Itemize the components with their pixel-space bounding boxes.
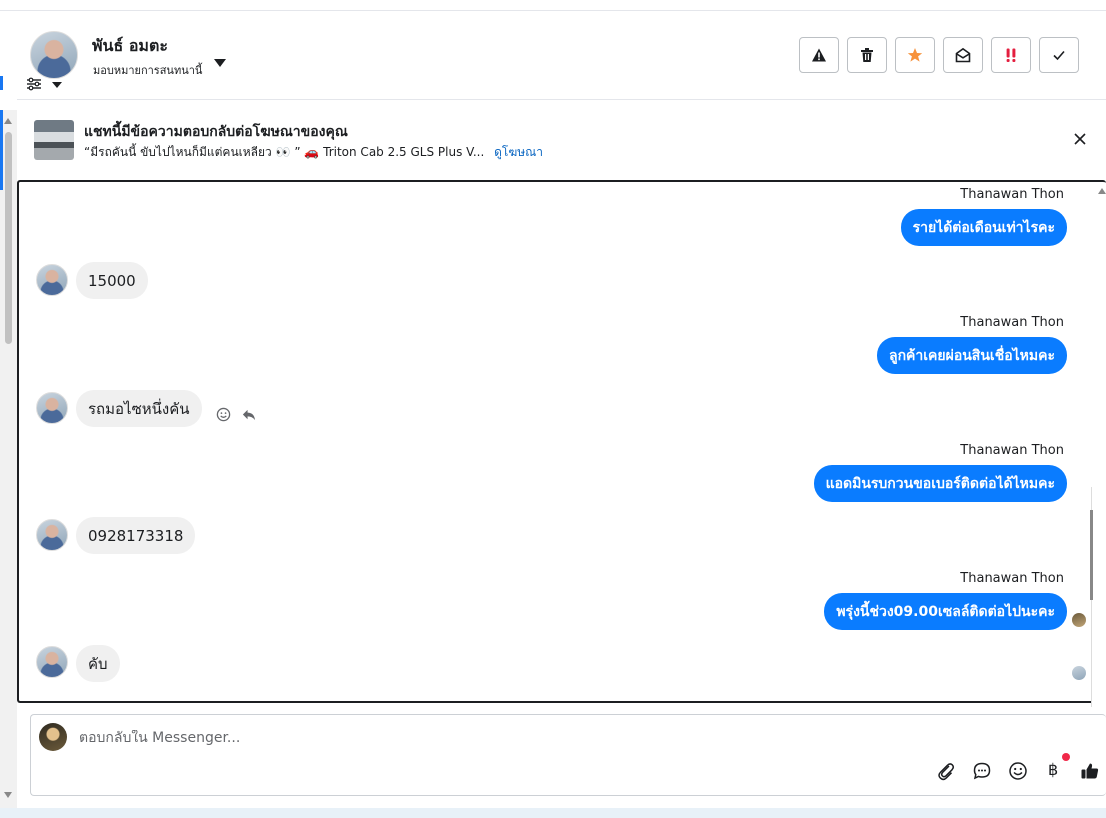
star-icon xyxy=(907,48,923,62)
left-active-indicator xyxy=(0,76,3,90)
incoming-message[interactable]: 15000 xyxy=(76,262,148,299)
delete-button[interactable] xyxy=(847,37,887,73)
filter-sliders-icon[interactable] xyxy=(26,77,42,91)
ad-banner-title: แชทนี้มีข้อความตอบกลับต่อโฆษณาของคุณ xyxy=(84,124,348,140)
ad-snippet: “มีรถคันนี้ ขับไปไหนก็มีแต่คนเหลียว 👀 ” … xyxy=(84,145,485,159)
side-panel-scroll-thumb[interactable] xyxy=(1090,510,1093,600)
mark-done-button[interactable] xyxy=(1039,37,1079,73)
mark-unread-button[interactable] xyxy=(943,37,983,73)
sender-name: Thanawan Thon xyxy=(960,443,1064,458)
thread-scroll-up-icon[interactable] xyxy=(1098,188,1106,194)
reply-input[interactable] xyxy=(79,730,779,746)
ad-banner-text: “มีรถคันนี้ ขับไปไหนก็มีแต่คนเหลียว 👀 ” … xyxy=(84,143,543,162)
outgoing-message[interactable]: รายได้ต่อเดือนเท่าไรคะ xyxy=(900,209,1067,246)
sender-avatar[interactable] xyxy=(36,264,68,296)
filter-chevron-down-icon[interactable] xyxy=(52,82,62,88)
view-ad-link[interactable]: ดูโฆษณา xyxy=(494,145,543,159)
paperclip-icon[interactable] xyxy=(936,761,956,781)
outgoing-message[interactable]: พรุ่งนี้ช่วง09.00เซลล์ติดต่อไปนะคะ xyxy=(824,593,1067,630)
outgoing-message[interactable]: ลูกค้าเคยผ่อนสินเชื่อไหมคะ xyxy=(876,337,1067,374)
sender-name: Thanawan Thon xyxy=(960,315,1064,330)
sender-avatar[interactable] xyxy=(36,519,68,551)
side-panel-edge xyxy=(1091,487,1106,707)
ad-reply-banner: แชทนี้มีข้อความตอบกลับต่อโฆษณาของคุณ “มี… xyxy=(17,100,1106,180)
incoming-message[interactable]: รถมอไซหนึ่งคัน xyxy=(76,390,202,427)
reply-icon[interactable] xyxy=(241,407,256,422)
warning-icon xyxy=(812,48,826,62)
conversation-actions xyxy=(799,37,1079,73)
conversation-header: พันธ์ อมตะ มอบหมายการสนทนานี้ xyxy=(17,11,1106,100)
payment-button[interactable]: ฿ xyxy=(1044,753,1070,783)
inbox-conversation-view: พันธ์ อมตะ มอบหมายการสนทนานี้ แชทนี้มีข้… xyxy=(0,0,1106,818)
baht-icon: ฿ xyxy=(1048,760,1058,779)
notification-dot xyxy=(1062,753,1070,761)
scroll-up-arrow-icon[interactable] xyxy=(4,118,12,124)
contact-name[interactable]: พันธ์ อมตะ xyxy=(92,34,168,59)
envelope-open-icon xyxy=(955,47,971,63)
message-thread[interactable]: Thanawan Thon รายได้ต่อเดือนเท่าไรคะ 150… xyxy=(17,180,1106,703)
sender-avatar[interactable] xyxy=(36,392,68,424)
incoming-message[interactable]: 0928173318 xyxy=(76,517,196,554)
thumbs-up-icon[interactable] xyxy=(1080,761,1100,781)
left-selection-indicator xyxy=(0,110,3,190)
sender-avatar[interactable] xyxy=(36,646,68,678)
smiley-icon[interactable] xyxy=(1008,761,1028,781)
assign-conversation-label[interactable]: มอบหมายการสนทนานี้ xyxy=(93,61,202,79)
incoming-message[interactable]: คับ xyxy=(76,645,120,682)
message-tools xyxy=(216,407,256,422)
sender-name: Thanawan Thon xyxy=(960,571,1064,586)
scroll-down-arrow-icon[interactable] xyxy=(4,792,12,798)
page-avatar xyxy=(39,723,67,751)
react-smiley-icon[interactable] xyxy=(216,407,231,422)
message-composer: ฿ xyxy=(30,714,1106,796)
ad-thumbnail[interactable] xyxy=(34,120,74,160)
outgoing-message[interactable]: แอดมินรบกวนขอเบอร์ติดต่อได้ไหมคะ xyxy=(813,465,1067,502)
mark-spam-button[interactable] xyxy=(799,37,839,73)
chat-bubble-icon[interactable] xyxy=(972,761,992,781)
bottom-band xyxy=(0,808,1106,818)
contact-avatar[interactable] xyxy=(30,31,78,79)
close-icon[interactable] xyxy=(1072,131,1088,147)
priority-button[interactable] xyxy=(991,37,1031,73)
svg-text:฿: ฿ xyxy=(1048,760,1058,779)
seen-receipt-avatar xyxy=(1072,613,1086,627)
trash-icon xyxy=(861,48,873,62)
read-receipt-avatar xyxy=(1072,666,1086,680)
exclamation-icon xyxy=(1006,48,1016,62)
left-scrollbar-thumb[interactable] xyxy=(5,132,12,344)
check-icon xyxy=(1053,50,1065,61)
chevron-down-icon[interactable] xyxy=(214,59,226,67)
star-button[interactable] xyxy=(895,37,935,73)
composer-toolbar: ฿ xyxy=(936,753,1100,783)
sender-name: Thanawan Thon xyxy=(960,187,1064,202)
